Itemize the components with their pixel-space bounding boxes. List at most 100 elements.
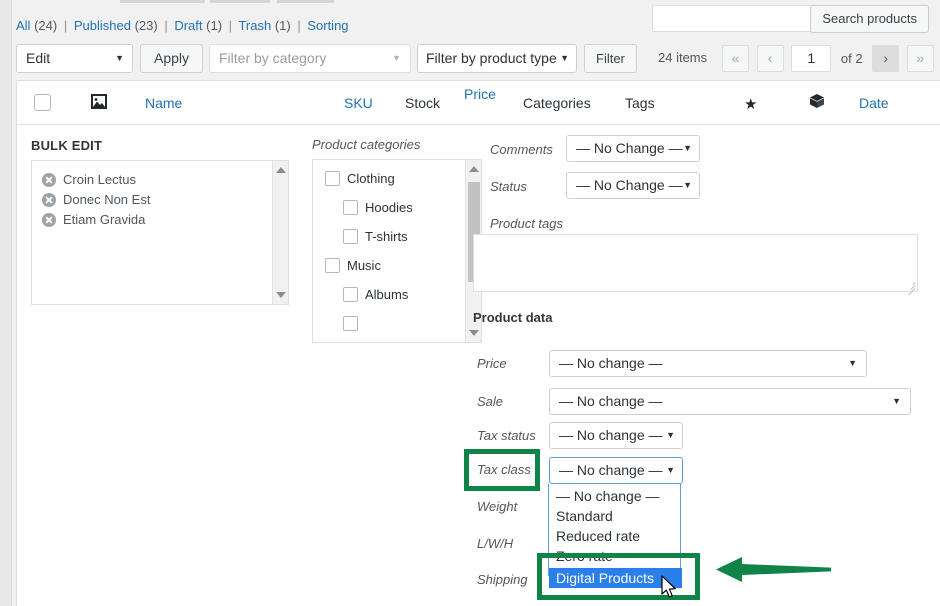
- category-item-clothing[interactable]: Clothing: [325, 171, 395, 186]
- shipping-label: Shipping: [477, 572, 528, 587]
- category-label: Clothing: [347, 171, 395, 186]
- category-label: Albums: [365, 287, 409, 302]
- select-all-checkbox[interactable]: [34, 94, 51, 111]
- product-type-icon[interactable]: [809, 93, 825, 112]
- product-name: Etiam Gravida: [63, 212, 146, 227]
- dropdown-option-reduced-rate[interactable]: Reduced rate: [556, 528, 640, 544]
- price-label: Price: [477, 356, 507, 371]
- top-cutoff-button-3: [277, 0, 334, 3]
- prev-page-button[interactable]: ‹: [756, 45, 784, 72]
- view-link-published[interactable]: Published: [74, 18, 131, 33]
- checkbox[interactable]: [343, 287, 358, 302]
- list-item: Etiam Gravida: [42, 212, 145, 227]
- tax-status-value: — No change —: [559, 427, 663, 443]
- category-item-albums[interactable]: Albums: [343, 287, 408, 302]
- tax-class-select[interactable]: — No change — ▼: [549, 457, 683, 484]
- column-header-stock[interactable]: Stock: [405, 95, 440, 111]
- tax-status-label: Tax status: [477, 428, 536, 443]
- view-link-trash[interactable]: Trash: [238, 18, 271, 33]
- category-label: T-shirts: [365, 229, 408, 244]
- item-count-label: 24 items: [658, 50, 708, 65]
- view-link-sorting[interactable]: Sorting: [307, 18, 348, 33]
- checkbox[interactable]: [325, 171, 340, 186]
- list-item: Croin Lectus: [42, 172, 136, 187]
- product-tags-textarea[interactable]: [473, 234, 918, 296]
- product-data-title: Product data: [473, 310, 553, 325]
- remove-icon[interactable]: [42, 193, 56, 207]
- column-header-name[interactable]: Name: [145, 95, 182, 111]
- last-page-button[interactable]: »: [906, 45, 934, 72]
- product-name: Donec Non Est: [63, 192, 151, 207]
- chevron-down-icon: ▼: [683, 180, 692, 190]
- weight-label: Weight: [477, 499, 518, 514]
- view-count-published: (23): [134, 18, 158, 33]
- scroll-down-arrow-icon[interactable]: [276, 292, 286, 298]
- scroll-down-arrow-icon[interactable]: [469, 330, 479, 336]
- apply-button[interactable]: Apply: [140, 44, 204, 73]
- star-icon[interactable]: ★: [744, 95, 757, 113]
- checkbox[interactable]: [325, 258, 340, 273]
- sale-select[interactable]: — No change — ▼: [549, 388, 911, 415]
- category-label: Hoodies: [365, 200, 413, 215]
- product-name: Croin Lectus: [63, 172, 136, 187]
- resize-handle-icon[interactable]: [906, 280, 916, 296]
- category-label: Music: [347, 258, 381, 273]
- chevron-down-icon: ▼: [683, 143, 692, 153]
- category-item-music[interactable]: Music: [325, 258, 381, 273]
- filter-button[interactable]: Filter: [584, 44, 637, 73]
- products-list-table: Name SKU Stock Price Categories Tags ★ D…: [16, 80, 940, 606]
- view-link-all[interactable]: All: [16, 18, 30, 33]
- top-cutoff-button-2: [210, 0, 270, 3]
- scroll-up-arrow-icon[interactable]: [276, 167, 286, 173]
- status-select[interactable]: — No Change — ▼: [566, 172, 700, 199]
- tax-class-value: — No change —: [559, 462, 663, 478]
- product-categories-label: Product categories: [312, 137, 421, 152]
- comments-select[interactable]: — No Change — ▼: [566, 135, 700, 162]
- dropdown-option-standard[interactable]: Standard: [556, 508, 613, 524]
- chevron-down-icon: ▼: [848, 358, 857, 368]
- column-header-categories[interactable]: Categories: [523, 95, 591, 111]
- column-header-price[interactable]: Price: [464, 86, 496, 102]
- price-value: — No change —: [559, 355, 663, 371]
- column-header-tags[interactable]: Tags: [625, 95, 655, 111]
- current-page-input[interactable]: 1: [791, 45, 832, 72]
- product-list-scrollbar[interactable]: [272, 161, 288, 304]
- product-tags-label: Product tags: [490, 216, 563, 231]
- tax-status-select[interactable]: — No change — ▼: [549, 422, 683, 449]
- checkbox[interactable]: [343, 200, 358, 215]
- view-separator-2: |: [164, 18, 168, 33]
- next-page-button[interactable]: ›: [872, 45, 900, 72]
- chevron-down-icon: ▼: [666, 465, 675, 475]
- dropdown-option-no-change[interactable]: — No change —: [556, 488, 660, 504]
- chevron-down-icon: ▼: [115, 53, 124, 63]
- search-products-button[interactable]: Search products: [810, 5, 929, 33]
- checkbox[interactable]: [343, 316, 358, 331]
- bulk-action-select[interactable]: Edit ▼: [16, 44, 133, 73]
- product-type-filter-select[interactable]: Filter by product type ▼: [417, 44, 577, 73]
- product-categories-list: Clothing Hoodies T-shirts Music Albums: [312, 159, 482, 343]
- comments-value: — No Change —: [576, 140, 683, 156]
- scroll-up-arrow-icon[interactable]: [469, 166, 479, 172]
- total-pages-label: of 2: [840, 51, 863, 66]
- chevron-down-icon: ▼: [666, 430, 675, 440]
- checkbox[interactable]: [343, 229, 358, 244]
- remove-icon[interactable]: [42, 213, 56, 227]
- column-header-date[interactable]: Date: [859, 95, 889, 111]
- category-item-tshirts[interactable]: T-shirts: [343, 229, 408, 244]
- category-filter-select[interactable]: Filter by category ▼: [209, 44, 411, 73]
- highlight-box-tax-class: [464, 449, 540, 491]
- first-page-button[interactable]: «: [722, 45, 749, 72]
- column-header-sku[interactable]: SKU: [344, 95, 373, 111]
- view-count-draft: (1): [206, 18, 223, 33]
- lwh-label: L/W/H: [477, 536, 514, 551]
- search-input[interactable]: [652, 5, 812, 32]
- remove-icon[interactable]: [42, 173, 56, 187]
- category-item-partial[interactable]: [343, 316, 365, 331]
- chevron-down-icon: ▼: [892, 396, 901, 406]
- category-item-hoodies[interactable]: Hoodies: [343, 200, 413, 215]
- price-select[interactable]: — No change — ▼: [549, 350, 867, 377]
- mouse-cursor-icon: [661, 575, 679, 604]
- view-link-draft[interactable]: Draft: [174, 18, 202, 33]
- bulk-edit-product-list: Croin Lectus Donec Non Est Etiam Gravida: [31, 160, 289, 305]
- status-label: Status: [490, 179, 527, 194]
